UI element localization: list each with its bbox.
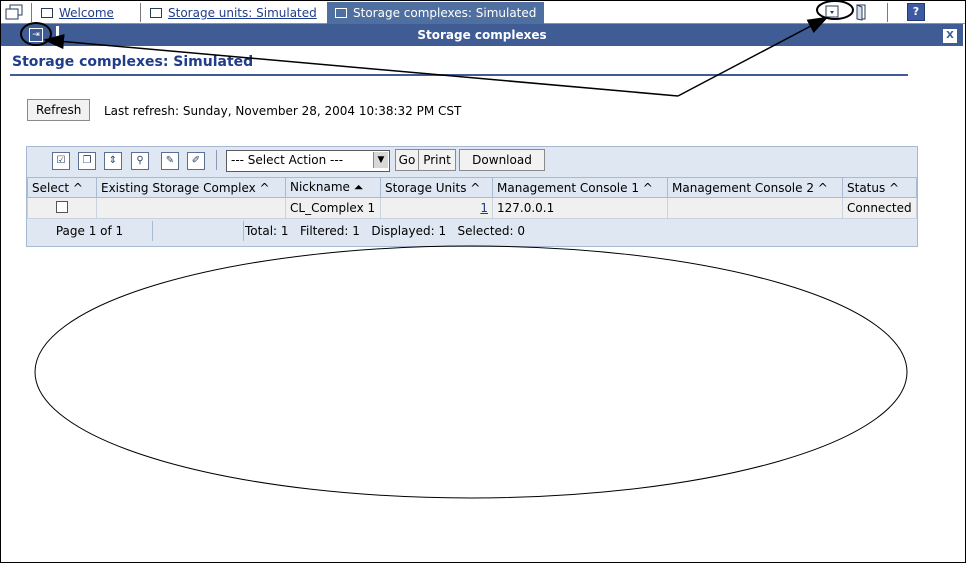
table-row: CL_Complex 1 1 127.0.0.1 Connected [27, 197, 917, 219]
dropdown-arrow-icon[interactable]: ▼ [373, 152, 388, 168]
portlet-title-bar: ⇥ Storage complexes X [1, 24, 963, 46]
go-button[interactable]: Go [395, 149, 419, 171]
last-refresh-text: Last refresh: Sunday, November 28, 2004 … [104, 104, 462, 118]
status-cell: Connected [842, 197, 917, 219]
column-header-management-console-1[interactable]: Management Console 1 ^ [492, 177, 668, 198]
column-header-status[interactable]: Status ^ [842, 177, 917, 198]
table-header-row: Select ^ Existing Storage Complex ^ Nick… [27, 177, 917, 198]
tab-separator [31, 3, 32, 22]
tab-separator [887, 3, 888, 22]
tab-bar: Welcome Storage units: Simulated Storage… [1, 1, 965, 24]
row-checkbox[interactable] [56, 200, 68, 213]
tab-storage-complexes-label[interactable]: Storage complexes: Simulated [353, 2, 536, 24]
storage-units-link[interactable]: 1 [480, 201, 488, 215]
management-console-1-cell: 127.0.0.1 [492, 197, 668, 219]
column-header-management-console-2[interactable]: Management Console 2 ^ [667, 177, 843, 198]
page-icon [335, 8, 347, 18]
row-select-cell [27, 197, 97, 219]
tab-storage-complexes[interactable]: Storage complexes: Simulated [327, 2, 545, 24]
windows-icon[interactable] [5, 4, 23, 20]
tab-storage-units-label[interactable]: Storage units: Simulated [168, 3, 317, 23]
column-header-storage-units[interactable]: Storage Units ^ [380, 177, 493, 198]
management-console-2-cell [667, 197, 843, 219]
tab-welcome[interactable]: Welcome [41, 3, 114, 23]
tab-storage-units[interactable]: Storage units: Simulated [150, 3, 317, 23]
table-summary: Total: 1 Filtered: 1 Displayed: 1 Select… [245, 224, 526, 238]
page-indicator: Page 1 of 1 [27, 221, 153, 241]
page-title: Storage complexes: Simulated [12, 54, 254, 70]
restore-icon[interactable] [821, 3, 845, 21]
column-header-existing-storage-complex[interactable]: Existing Storage Complex ^ [96, 177, 286, 198]
deselect-all-icon[interactable]: ❐ [78, 152, 96, 170]
expand-icon[interactable]: ⇕ [104, 152, 122, 170]
tab-welcome-label[interactable]: Welcome [59, 3, 114, 23]
page-icon [41, 8, 53, 18]
window-frame [0, 0, 966, 563]
select-action-value: --- Select Action --- [231, 153, 344, 167]
page-icon [150, 8, 162, 18]
storage-units-cell: 1 [380, 197, 493, 219]
toolbar-separator [216, 150, 217, 170]
tab-separator [140, 3, 141, 22]
select-all-icon[interactable]: ☑ [52, 152, 70, 170]
refresh-button[interactable]: Refresh [27, 99, 91, 121]
filter-icon[interactable]: ⚲ [131, 152, 149, 170]
storage-complex-table: Select ^ Existing Storage Complex ^ Nick… [27, 177, 917, 219]
door-icon[interactable] [853, 3, 871, 21]
footer-spacer [153, 221, 244, 241]
column-header-select[interactable]: Select ^ [27, 177, 97, 198]
close-icon[interactable]: X [943, 29, 957, 43]
column-header-nickname[interactable]: Nickname ⏶ [285, 177, 381, 198]
select-action-dropdown[interactable]: --- Select Action --- ▼ [226, 150, 390, 172]
download-button[interactable]: Download [459, 149, 545, 171]
heading-rule [10, 74, 908, 76]
help-icon[interactable]: ? [907, 3, 925, 21]
print-button[interactable]: Print [418, 149, 456, 171]
nickname-cell: CL_Complex 1 [285, 197, 381, 219]
clear-icon[interactable]: ✐ [187, 152, 205, 170]
portlet-title: Storage complexes [417, 28, 547, 42]
table-footer: Page 1 of 1 Total: 1 Filtered: 1 Display… [27, 221, 915, 241]
existing-storage-complex-cell [96, 197, 286, 219]
edit-icon[interactable]: ✎ [161, 152, 179, 170]
